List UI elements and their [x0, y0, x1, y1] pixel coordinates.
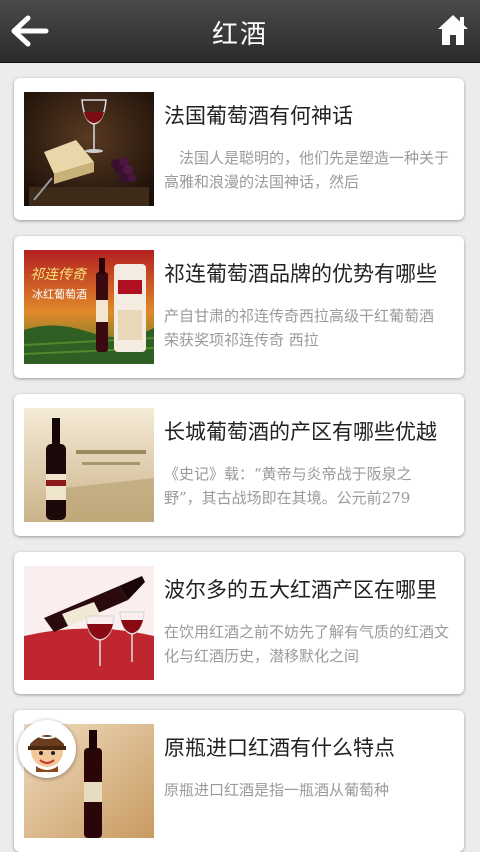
- article-card[interactable]: 长城葡萄酒的产区有哪些优越 《史记》载：“黄帝与炎帝战于阪泉之野”，其古战场即在…: [14, 394, 464, 536]
- article-description: 法国人是聪明的，他们先是塑造一种关于高雅和浪漫的法国神话，然后: [164, 149, 449, 191]
- article-card[interactable]: 波尔多的五大红酒产区在哪里 在饮用红酒之前不妨先了解有气质的红酒文化与红酒历史，…: [14, 552, 464, 694]
- article-thumbnail: 祁连传奇 冰红葡萄酒: [24, 250, 154, 364]
- article-thumbnail: [24, 566, 154, 680]
- article-thumbnail: [24, 408, 154, 522]
- article-description: 《史记》载：“黄帝与炎帝战于阪泉之野”，其古战场即在其境。公元前279: [164, 465, 412, 507]
- article-title: 法国葡萄酒有何神话: [164, 104, 353, 128]
- article-thumbnail: [24, 92, 154, 206]
- article-title: 祁连葡萄酒品牌的优势有哪些: [164, 262, 437, 286]
- article-description: 原瓶进口红酒是指一瓶酒从葡萄种: [164, 781, 390, 799]
- article-title: 原瓶进口红酒有什么特点: [164, 736, 395, 760]
- article-description: 在饮用红酒之前不妨先了解有气质的红酒文化与红酒历史，潜移默化之间: [164, 623, 449, 665]
- home-button[interactable]: [436, 12, 470, 48]
- home-icon: [438, 15, 468, 45]
- top-bar: 红酒: [0, 0, 480, 63]
- article-card[interactable]: 原瓶进口红酒有什么特点 原瓶进口红酒是指一瓶酒从葡萄种: [14, 710, 464, 852]
- mascot-icon: [28, 735, 66, 772]
- article-title: 波尔多的五大红酒产区在哪里: [164, 578, 437, 602]
- article-card[interactable]: 祁连传奇 冰红葡萄酒 祁连葡萄酒品牌的优势有哪些 产自甘肃的祁连传奇西拉高级干红…: [14, 236, 464, 378]
- thumbnail-product-text: 冰红葡萄酒: [32, 288, 87, 301]
- mascot-avatar-button[interactable]: [18, 720, 76, 778]
- thumbnail-brand-text: 祁连传奇: [30, 267, 86, 283]
- article-description: 产自甘肃的祁连传奇西拉高级干红葡萄酒 荣获奖项祁连传奇 西拉: [164, 307, 435, 349]
- article-card[interactable]: 法国葡萄酒有何神话 法国人是聪明的，他们先是塑造一种关于高雅和浪漫的法国神话，然…: [14, 78, 464, 220]
- page-title: 红酒: [211, 20, 268, 50]
- article-title: 长城葡萄酒的产区有哪些优越: [164, 420, 437, 444]
